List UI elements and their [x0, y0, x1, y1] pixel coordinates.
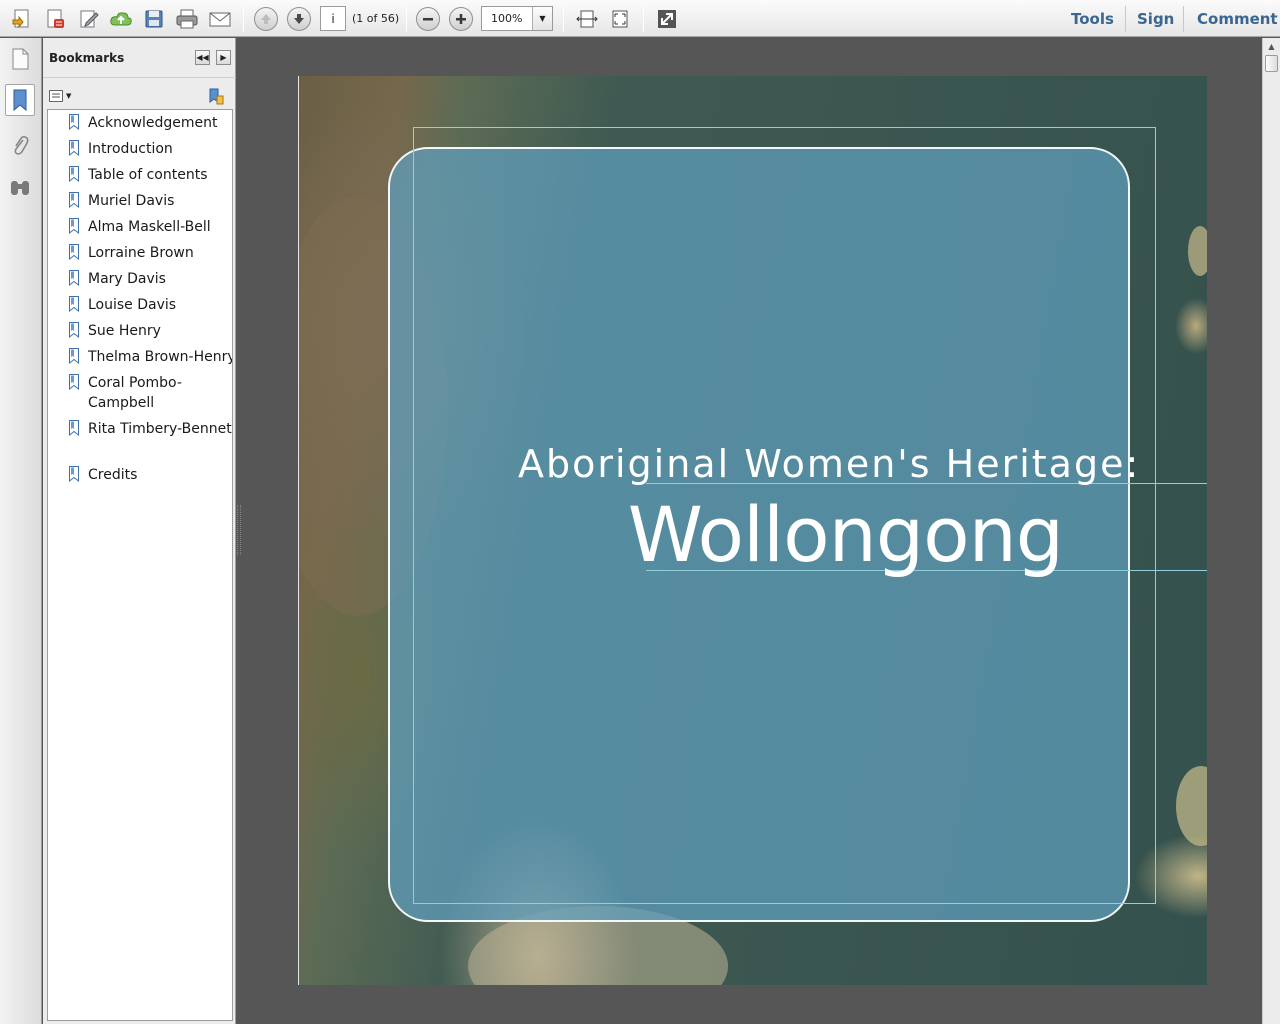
cover-subtitle: Aboriginal Women's Heritage:	[518, 442, 1141, 486]
bookmark-item[interactable]: Table of contents	[68, 165, 232, 185]
edit-icon[interactable]	[76, 6, 102, 32]
zoom-value: 100%	[491, 12, 523, 25]
bookmark-label: Louise Davis	[88, 297, 177, 313]
print-icon[interactable]	[174, 6, 200, 32]
chevron-down-icon: ▼	[66, 92, 72, 100]
bookmark-item[interactable]: Rita Timbery-Bennett	[68, 419, 233, 439]
attachments-icon[interactable]	[5, 130, 35, 162]
bookmark-icon	[69, 114, 79, 130]
bookmark-label: Lorraine Brown	[88, 245, 194, 261]
cover-title: Wollongong	[627, 490, 1064, 579]
next-page-icon[interactable]	[287, 7, 311, 31]
bookmark-item[interactable]: Louise Davis	[68, 295, 232, 315]
aerial-photo-island	[1176, 766, 1207, 846]
bookmark-icon	[69, 322, 79, 338]
bookmark-item[interactable]: Acknowledgement	[68, 113, 232, 133]
previous-page-icon[interactable]	[254, 7, 278, 31]
save-icon[interactable]	[141, 6, 167, 32]
bookmark-label: Acknowledgement	[88, 115, 218, 131]
fit-width-icon[interactable]	[574, 6, 600, 32]
fullscreen-icon[interactable]	[654, 6, 680, 32]
aerial-photo-rock	[1188, 226, 1207, 276]
zoom-in-icon[interactable]	[449, 7, 473, 31]
bookmark-item[interactable]: Thelma Brown-Henry	[68, 347, 233, 367]
bookmark-item[interactable]: Credits	[68, 465, 232, 485]
bookmark-label: Coral Pombo-Campbell	[88, 375, 182, 411]
bookmark-item[interactable]: Introduction	[68, 139, 232, 159]
bookmark-item[interactable]: Alma Maskell-Bell	[68, 217, 232, 237]
bookmark-item[interactable]: Coral Pombo-Campbell	[68, 373, 232, 413]
bookmark-icon	[69, 218, 79, 234]
fit-page-icon[interactable]	[607, 6, 633, 32]
bookmarks-icon[interactable]	[5, 84, 35, 116]
new-bookmark-icon[interactable]	[206, 86, 226, 106]
vertical-scrollbar[interactable]: ▲	[1262, 38, 1280, 1024]
page-number-input[interactable]: i	[320, 6, 346, 31]
email-icon[interactable]	[207, 6, 233, 32]
bookmark-item[interactable]: Muriel Davis	[68, 191, 232, 211]
bookmark-label: Mary Davis	[88, 271, 166, 287]
page-edge	[298, 76, 299, 985]
bookmark-label: Credits	[88, 467, 138, 483]
bookmark-icon	[69, 244, 79, 260]
chevron-down-icon[interactable]: ▼	[532, 7, 552, 30]
bookmark-label: Muriel Davis	[88, 193, 175, 209]
main-toolbar: i (1 of 56) 100% ▼ Tools Sign Comment	[0, 0, 1280, 37]
bookmark-label: Introduction	[88, 141, 173, 157]
bookmarks-panel: Bookmarks ◀◀ ▶ ▼ Acknowledgement Introduc…	[43, 38, 236, 1024]
bookmark-item[interactable]: Sue Henry	[68, 321, 232, 341]
sign-link[interactable]: Sign	[1137, 10, 1174, 28]
bookmark-icon	[69, 348, 79, 364]
collapse-panel-icon[interactable]: ◀◀	[195, 50, 210, 65]
comment-link[interactable]: Comment	[1197, 10, 1278, 28]
scroll-up-icon[interactable]: ▲	[1264, 39, 1279, 54]
bookmark-icon	[69, 296, 79, 312]
bookmark-options-button[interactable]: ▼	[49, 88, 75, 104]
tools-link[interactable]: Tools	[1071, 10, 1114, 28]
page-thumbnails-icon[interactable]	[5, 43, 35, 75]
bookmark-icon	[69, 374, 79, 390]
bookmark-icon	[69, 166, 79, 182]
zoom-select[interactable]: 100% ▼	[481, 6, 553, 31]
zoom-out-icon[interactable]	[416, 7, 440, 31]
bookmark-label: Rita Timbery-Bennett	[88, 421, 233, 437]
bookmark-icon	[69, 466, 79, 482]
panel-resize-handle[interactable]	[237, 505, 241, 555]
convert-pdf-icon[interactable]	[42, 6, 68, 32]
bookmark-icon	[69, 420, 79, 436]
bookmark-icon	[69, 192, 79, 208]
bookmark-item[interactable]: Mary Davis	[68, 269, 232, 289]
bookmarks-panel-header: Bookmarks ◀◀ ▶	[43, 38, 236, 78]
bookmark-list: Acknowledgement Introduction Table of cont…	[47, 109, 233, 1021]
bookmark-label: Alma Maskell-Bell	[88, 219, 211, 235]
bookmark-label: Thelma Brown-Henry	[88, 349, 233, 365]
bookmark-label: Sue Henry	[88, 323, 161, 339]
upload-icon[interactable]	[108, 6, 134, 32]
page-count: (1 of 56)	[352, 12, 400, 25]
bookmark-item[interactable]: Lorraine Brown	[68, 243, 232, 263]
create-pdf-icon[interactable]	[8, 6, 34, 32]
panel-title: Bookmarks	[49, 51, 125, 65]
bookmark-icon	[69, 270, 79, 286]
scroll-thumb[interactable]	[1265, 55, 1278, 72]
expand-panel-icon[interactable]: ▶	[216, 50, 231, 65]
bookmark-label: Table of contents	[88, 167, 208, 183]
navigation-pane-strip	[0, 38, 42, 1024]
search-binoculars-icon[interactable]	[5, 172, 35, 204]
pdf-page: Aboriginal Women's Heritage: Wollongong	[298, 76, 1207, 985]
bookmark-icon	[69, 140, 79, 156]
